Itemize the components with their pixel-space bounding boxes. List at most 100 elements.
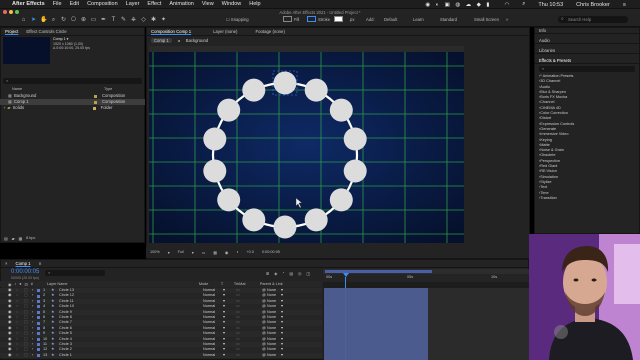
label-color-swatch[interactable] xyxy=(37,294,40,298)
menu-composition[interactable]: Composition xyxy=(87,1,118,7)
timeline-graph-area[interactable]: 00s 05s 10s xyxy=(323,269,529,360)
clock[interactable]: Thu 10:53 xyxy=(538,2,563,8)
layer-mode-select[interactable]: Normal xyxy=(203,353,223,358)
dropdown-icon[interactable]: ▾ xyxy=(192,250,194,255)
camera-icon[interactable]: ◉ xyxy=(225,250,228,255)
label-color-swatch[interactable] xyxy=(37,337,40,341)
wifi-icon[interactable]: ◠ xyxy=(504,2,509,8)
menu-view[interactable]: View xyxy=(202,1,214,7)
clone-stamp-tool-icon[interactable]: ⎈ xyxy=(130,17,137,24)
label-color-swatch[interactable] xyxy=(92,106,96,110)
col-parent-link[interactable]: Parent & Link xyxy=(260,282,283,286)
control-center-icon[interactable]: ≡ xyxy=(623,2,626,8)
close-tab-icon[interactable]: × xyxy=(5,261,8,266)
label-color-swatch[interactable] xyxy=(37,343,40,347)
zoom-tool-icon[interactable]: ⌕ xyxy=(50,17,57,24)
label-color-swatch[interactable] xyxy=(37,299,40,303)
close-window-button[interactable] xyxy=(3,10,7,14)
frame-blending-icon[interactable]: ▤ xyxy=(289,271,293,276)
label-color-swatch[interactable] xyxy=(37,321,40,325)
draft-3d-icon[interactable]: ◈ xyxy=(274,271,277,276)
label-color-swatch[interactable] xyxy=(37,332,40,336)
exposure-value[interactable]: +0.0 xyxy=(246,250,254,254)
menu-window[interactable]: Window xyxy=(222,1,242,7)
time-ruler[interactable]: 00s 05s 10s xyxy=(323,274,529,282)
col-number[interactable]: # xyxy=(31,282,33,286)
search-help-input[interactable]: Search Help xyxy=(558,16,628,23)
tab-effect-controls[interactable]: Effect Controls Circle xyxy=(26,29,66,34)
home-icon[interactable]: ⌂ xyxy=(20,17,27,24)
project-col-name[interactable]: Name xyxy=(12,87,22,91)
circle-shape[interactable] xyxy=(203,127,227,151)
tab-comp-1-timeline[interactable]: Comp 1 xyxy=(16,261,31,266)
playhead-handle[interactable] xyxy=(343,273,349,277)
circle-shape[interactable] xyxy=(217,188,241,212)
lock-icon[interactable]: ▢ xyxy=(24,353,32,358)
label-color-swatch[interactable] xyxy=(93,100,97,104)
brush-tool-icon[interactable]: ✎ xyxy=(120,17,127,24)
trkmat-box[interactable]: ▭ xyxy=(236,353,262,358)
minimize-window-button[interactable] xyxy=(9,10,13,14)
resolution-select[interactable]: Full xyxy=(178,250,184,254)
breadcrumb-comp-1[interactable]: Comp 1 xyxy=(151,37,172,43)
label-color-swatch[interactable] xyxy=(37,316,40,320)
menu-layer[interactable]: Layer xyxy=(126,1,140,7)
layer-duration-bars[interactable] xyxy=(324,288,428,360)
selection-tool-icon[interactable]: ➤ xyxy=(30,17,37,24)
new-folder-icon[interactable]: ▰ xyxy=(12,236,15,241)
zoom-level-select[interactable]: 100% xyxy=(150,250,160,254)
hand-tool-icon[interactable]: ✋ xyxy=(40,17,47,24)
comp-flowchart-icon[interactable]: ⊞ xyxy=(266,271,269,276)
breadcrumb-background[interactable]: Background xyxy=(186,38,208,43)
composition-viewer[interactable] xyxy=(149,46,464,243)
label-color-swatch[interactable] xyxy=(37,310,40,314)
timeline-search-input[interactable]: ⌕ xyxy=(45,270,105,276)
label-color-swatch[interactable] xyxy=(37,348,40,352)
circle-shape[interactable] xyxy=(329,98,353,122)
disclosure-triangle-icon[interactable]: › xyxy=(4,105,5,111)
label-color-swatch[interactable] xyxy=(37,305,40,309)
libraries-panel-header[interactable]: Libraries xyxy=(535,48,639,54)
visibility-col-icon[interactable]: ◉ xyxy=(8,282,11,287)
circle-shape[interactable] xyxy=(242,208,266,232)
workspace-more-icon[interactable]: » xyxy=(506,17,508,22)
region-of-interest-icon[interactable]: ▭ xyxy=(202,250,206,255)
workspace-small-screen[interactable]: Small Screen xyxy=(474,17,499,22)
label-color-swatch[interactable] xyxy=(37,289,40,293)
layer-name[interactable]: Circle 1 xyxy=(59,353,203,358)
circle-shape[interactable] xyxy=(343,159,367,183)
menu-file[interactable]: File xyxy=(53,1,62,7)
audio-panel-header[interactable]: Audio xyxy=(535,38,639,44)
label-color-swatch[interactable] xyxy=(37,326,40,330)
label-color-swatch[interactable] xyxy=(37,353,40,357)
timeline-layer-row[interactable]: ◉ ○ ▢ › 13 ★ Circle 1 Normal ▾ ▭ @ None ▾ xyxy=(0,352,322,359)
circle-shape[interactable] xyxy=(273,215,297,239)
solo-icon[interactable]: ○ xyxy=(16,353,24,358)
transparency-grid-icon[interactable]: ▦ xyxy=(213,250,217,255)
user-name[interactable]: Chris Brooker xyxy=(576,2,610,8)
menu-edit[interactable]: Edit xyxy=(70,1,79,7)
stroke-width-unit[interactable]: px xyxy=(350,17,354,22)
circle-shape[interactable] xyxy=(242,78,266,102)
timeline-timecode[interactable]: 0:00:00:05 xyxy=(11,269,39,275)
tab-composition[interactable]: Composition Comp 1 xyxy=(151,29,191,34)
eye-icon[interactable]: ◉ xyxy=(8,353,16,358)
solo-col-icon[interactable]: ● xyxy=(19,282,21,286)
puppet-tool-icon[interactable]: ✦ xyxy=(160,17,167,24)
audio-col-icon[interactable]: ♪ xyxy=(14,282,16,286)
col-t[interactable]: T xyxy=(221,282,234,286)
menu-effect[interactable]: Effect xyxy=(147,1,161,7)
project-item[interactable]: › ▰ Solids Folder xyxy=(0,105,145,111)
workspace-default[interactable]: Default xyxy=(384,17,397,22)
pen-tool-icon[interactable]: ✒ xyxy=(100,17,107,24)
shape-tool-icon[interactable]: ▭ xyxy=(90,17,97,24)
circle-shape[interactable] xyxy=(203,159,227,183)
comp-canvas[interactable] xyxy=(149,46,464,243)
circle-shape[interactable] xyxy=(329,188,353,212)
eraser-tool-icon[interactable]: ◇ xyxy=(140,17,147,24)
type-tool-icon[interactable]: T xyxy=(110,17,117,24)
parent-select[interactable]: None xyxy=(267,353,281,358)
circle-shape[interactable] xyxy=(273,71,297,95)
menu-help[interactable]: Help xyxy=(249,1,260,7)
new-comp-icon[interactable]: ▦ xyxy=(19,236,23,241)
